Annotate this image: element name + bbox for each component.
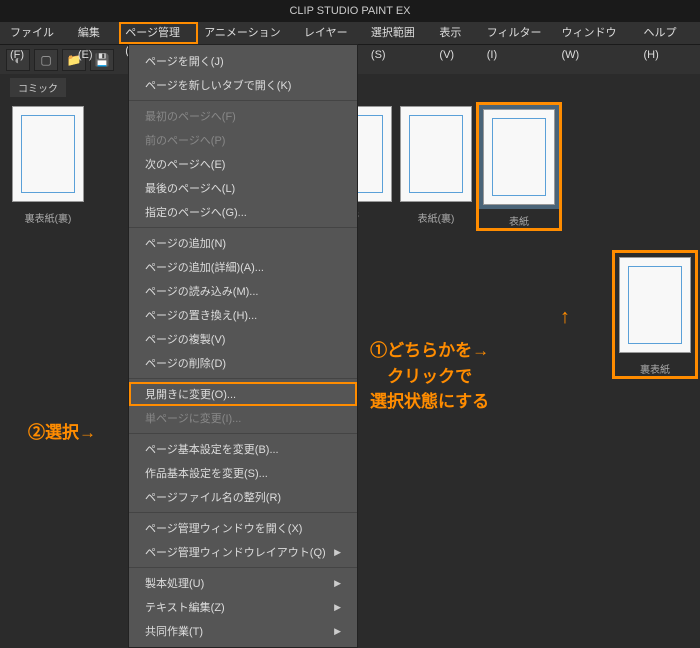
document-tab[interactable]: コミック (10, 78, 66, 97)
dd-change-to-spread[interactable]: 見開きに変更(O)... (129, 382, 357, 406)
thumb-lower-highlighted: 裏表紙 (612, 250, 698, 379)
dd-label: テキスト編集(Z) (145, 599, 225, 615)
menu-filter[interactable]: フィルター(I) (481, 22, 556, 44)
dd-add-page-detail[interactable]: ページの追加(詳細)(A)... (129, 255, 357, 279)
thumb-col-4: 表紙(裏) (396, 102, 476, 231)
dd-open-page[interactable]: ページを開く(J) (129, 49, 357, 73)
dd-page-settings[interactable]: ページ基本設定を変更(B)... (129, 437, 357, 461)
submenu-arrow-icon: ▶ (334, 602, 341, 613)
menu-view[interactable]: 表示(V) (433, 22, 480, 44)
dd-open-pm-window[interactable]: ページ管理ウィンドウを開く(X) (129, 516, 357, 540)
dd-delete-page[interactable]: ページの削除(D) (129, 351, 357, 375)
dd-import-page[interactable]: ページの読み込み(M)... (129, 279, 357, 303)
submenu-arrow-icon: ▶ (334, 578, 341, 589)
menu-edit[interactable]: 編集(E) (72, 22, 119, 44)
submenu-arrow-icon: ▶ (334, 547, 341, 558)
dd-open-new-tab[interactable]: ページを新しいタブで開く(K) (129, 73, 357, 97)
annotation-step-1: ①どちらかを→ クリックで 選択状態にする (370, 338, 489, 415)
dd-text-edit[interactable]: テキスト編集(Z) ▶ (129, 595, 357, 619)
annotation-text: クリックで (387, 367, 472, 386)
dd-label: ページ管理ウィンドウレイアウト(Q) (145, 544, 326, 560)
menu-help[interactable]: ヘルプ(H) (638, 22, 696, 44)
page-management-dropdown: ページを開く(J) ページを新しいタブで開く(K) 最初のページへ(F) 前のペ… (128, 44, 358, 648)
page-thumb-cover-reverse[interactable] (400, 106, 472, 202)
dd-work-settings[interactable]: 作品基本設定を変更(S)... (129, 461, 357, 485)
dd-binding[interactable]: 製本処理(U) ▶ (129, 571, 357, 595)
thumb-label: 表紙(裏) (418, 210, 455, 225)
dd-goto-page[interactable]: 指定のページへ(G)... (129, 200, 357, 224)
menu-file[interactable]: ファイル(F) (4, 22, 72, 44)
dd-next-page[interactable]: 次のページへ(E) (129, 152, 357, 176)
submenu-arrow-icon: ▶ (334, 626, 341, 637)
dd-label: 共同作業(T) (145, 623, 203, 639)
menu-window[interactable]: ウィンドウ(W) (555, 22, 637, 44)
dd-separator (129, 512, 357, 513)
thumb-col-5-highlighted: 表紙 (476, 102, 562, 231)
dd-separator (129, 567, 357, 568)
dd-separator (129, 378, 357, 379)
dd-rename-files[interactable]: ページファイル名の整列(R) (129, 485, 357, 509)
thumb-col-1: 裏表紙(裏) (8, 102, 88, 231)
dd-duplicate-page[interactable]: ページの複製(V) (129, 327, 357, 351)
dd-label: 製本処理(U) (145, 575, 204, 591)
dd-change-to-single: 単ページに変更(I)... (129, 406, 357, 430)
thumb-label: 裏表紙(裏) (25, 210, 72, 225)
annotation-text: 選択状態にする (370, 392, 489, 411)
page-thumb-back-cover[interactable] (619, 257, 691, 353)
annotation-text: ①どちらかを→ (370, 341, 489, 360)
dd-separator (129, 227, 357, 228)
dd-replace-page[interactable]: ページの置き換え(H)... (129, 303, 357, 327)
menu-bar: ファイル(F) 編集(E) ページ管理(P) アニメーション(A) レイヤー(L… (0, 22, 700, 44)
dd-first-page: 最初のページへ(F) (129, 104, 357, 128)
dd-separator (129, 100, 357, 101)
dd-separator (129, 433, 357, 434)
tool-save-icon[interactable]: 💾 (90, 49, 114, 71)
dd-collaboration[interactable]: 共同作業(T) ▶ (129, 619, 357, 643)
dd-prev-page: 前のページへ(P) (129, 128, 357, 152)
page-thumb-back-cover-reverse[interactable] (12, 106, 84, 202)
menu-animation[interactable]: アニメーション(A) (198, 22, 298, 44)
tool-new-icon[interactable]: ▢ (34, 49, 58, 71)
menu-selection[interactable]: 選択範囲(S) (365, 22, 434, 44)
dd-pm-layout[interactable]: ページ管理ウィンドウレイアウト(Q) ▶ (129, 540, 357, 564)
menu-layer[interactable]: レイヤー(L) (298, 22, 365, 44)
annotation-arrow-up: ↑ (560, 306, 570, 329)
page-thumb-cover[interactable] (483, 109, 555, 205)
dd-last-page[interactable]: 最後のページへ(L) (129, 176, 357, 200)
thumb-label: 裏表紙 (640, 361, 670, 376)
annotation-step-2: ②選択→ (28, 418, 96, 443)
menu-page-management[interactable]: ページ管理(P) (119, 22, 198, 44)
title-bar: CLIP STUDIO PAINT EX (0, 0, 700, 22)
dd-add-page[interactable]: ページの追加(N) (129, 231, 357, 255)
thumb-label: 表紙 (509, 213, 529, 228)
